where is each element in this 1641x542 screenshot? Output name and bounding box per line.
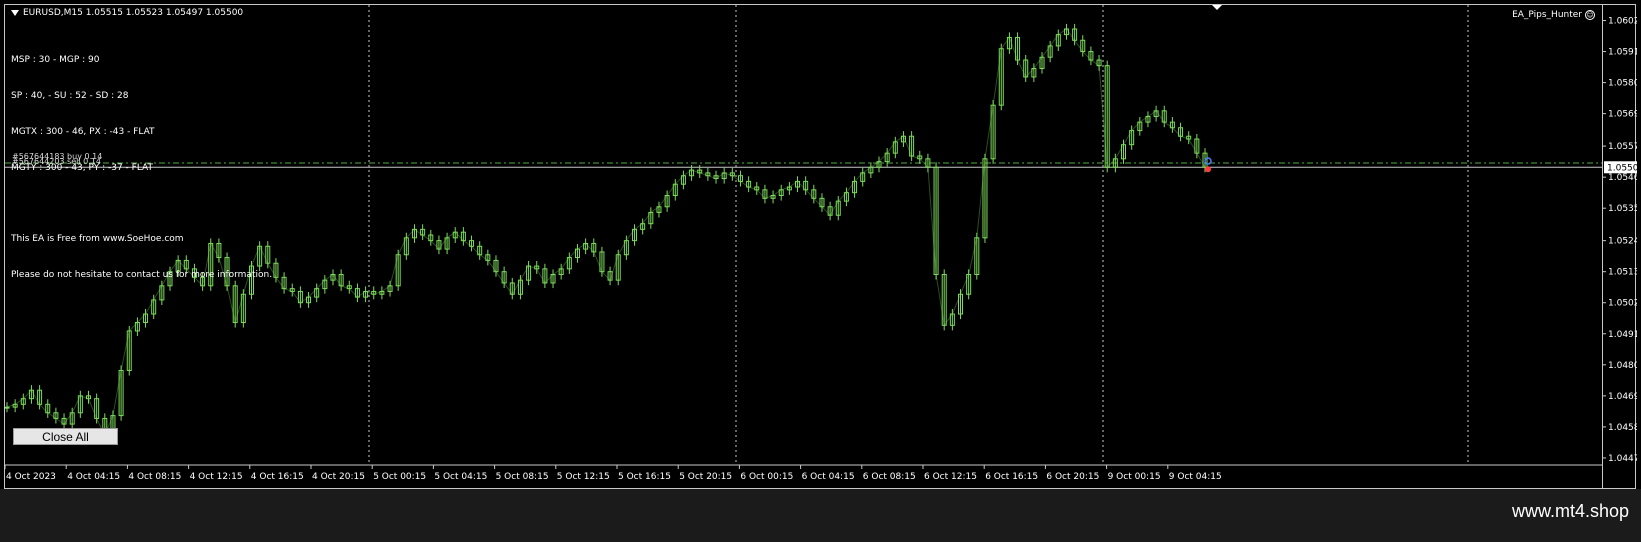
watermark-text: www.mt4.shop — [1511, 501, 1629, 521]
price-label: 1.05020 — [1608, 299, 1637, 309]
time-label: 6 Oct 04:15 — [802, 472, 855, 482]
time-label: 4 Oct 12:15 — [190, 472, 243, 482]
time-label: 5 Oct 00:15 — [373, 472, 426, 482]
time-label: 6 Oct 20:15 — [1046, 472, 1099, 482]
price-label: 1.05130 — [1608, 268, 1637, 278]
info-line-1: MSP : 30 - MGP : 90 — [11, 55, 100, 65]
buy-entry-marker[interactable] — [1204, 157, 1212, 165]
candle-body — [5, 406, 10, 409]
price-label: 1.05465 — [1608, 173, 1637, 183]
time-label: 9 Oct 04:15 — [1169, 472, 1222, 482]
time-label: 5 Oct 12:15 — [557, 472, 610, 482]
price-label: 1.05690 — [1608, 110, 1637, 120]
time-label: 5 Oct 20:15 — [679, 472, 732, 482]
smiley-icon: ☺ — [1585, 10, 1595, 20]
chart-window[interactable]: 4 Oct 2023 4 Oct 04:15 4 Oct 08:15 4 Oct 12… — [4, 4, 1637, 490]
current-price-label: 1.05500 — [1607, 163, 1637, 173]
time-label: 4 Oct 04:15 — [67, 472, 120, 482]
time-label: 4 Oct 2023 — [6, 472, 56, 482]
symbol-info: EURUSD,M15 1.05515 1.05523 1.05497 1.055… — [23, 8, 244, 18]
time-label: 4 Oct 20:15 — [312, 472, 365, 482]
info-panel: MSP : 30 - MGP : 90 SP : 40, - SU : 52 -… — [11, 30, 272, 305]
time-label: 9 Oct 00:15 — [1108, 472, 1161, 482]
price-label: 1.05575 — [1608, 142, 1637, 152]
footer-bar: www.mt4.shop — [0, 489, 1641, 542]
close-all-button[interactable]: Close All — [13, 428, 118, 445]
price-label: 1.04800 — [1608, 361, 1637, 371]
sell-entry-marker[interactable] — [1205, 166, 1211, 173]
info-line-2: SP : 40, - SU : 52 - SD : 28 — [11, 91, 129, 101]
price-label: 1.05355 — [1608, 204, 1637, 214]
price-label: 1.04910 — [1608, 330, 1637, 340]
sell-trade-label[interactable]: #567644203 sell 0.14 — [12, 158, 101, 166]
price-label: 1.06020 — [1608, 17, 1637, 27]
price-label: 1.04580 — [1608, 423, 1637, 433]
time-label: 6 Oct 00:15 — [740, 472, 793, 482]
time-label: 6 Oct 16:15 — [985, 472, 1038, 482]
time-label: 4 Oct 16:15 — [251, 472, 304, 482]
symbol-header: EURUSD,M15 1.05515 1.05523 1.05497 1.055… — [11, 8, 243, 18]
info-line-6: Please do not hesitate to contact us for… — [11, 270, 273, 280]
price-label: 1.04470 — [1608, 454, 1637, 464]
time-label: 5 Oct 16:15 — [618, 472, 671, 482]
price-label: 1.05240 — [1608, 237, 1637, 247]
time-label: 5 Oct 04:15 — [434, 472, 487, 482]
price-label: 1.05910 — [1608, 48, 1637, 58]
price-axis: 1.06020 1.05910 1.05800 1.05690 1.05575 1.054… — [1602, 5, 1637, 490]
chart-shift-marker[interactable] — [1212, 5, 1222, 10]
price-label: 1.04690 — [1608, 392, 1637, 402]
info-line-3: MGTX : 300 - 46, PX : -43 - FLAT — [11, 127, 155, 137]
time-label: 6 Oct 12:15 — [924, 472, 977, 482]
price-label: 1.05800 — [1608, 79, 1637, 89]
time-label: 5 Oct 08:15 — [496, 472, 549, 482]
ea-name-text: EA_Pips_Hunter — [1512, 10, 1582, 20]
time-label: 4 Oct 08:15 — [128, 472, 181, 482]
info-line-5: This EA is Free from www.SoeHoe.com — [11, 234, 184, 244]
time-label: 6 Oct 08:15 — [863, 472, 916, 482]
expert-advisor-label[interactable]: EA_Pips_Hunter ☺ — [1512, 10, 1595, 20]
dropdown-triangle-icon[interactable] — [11, 10, 19, 16]
